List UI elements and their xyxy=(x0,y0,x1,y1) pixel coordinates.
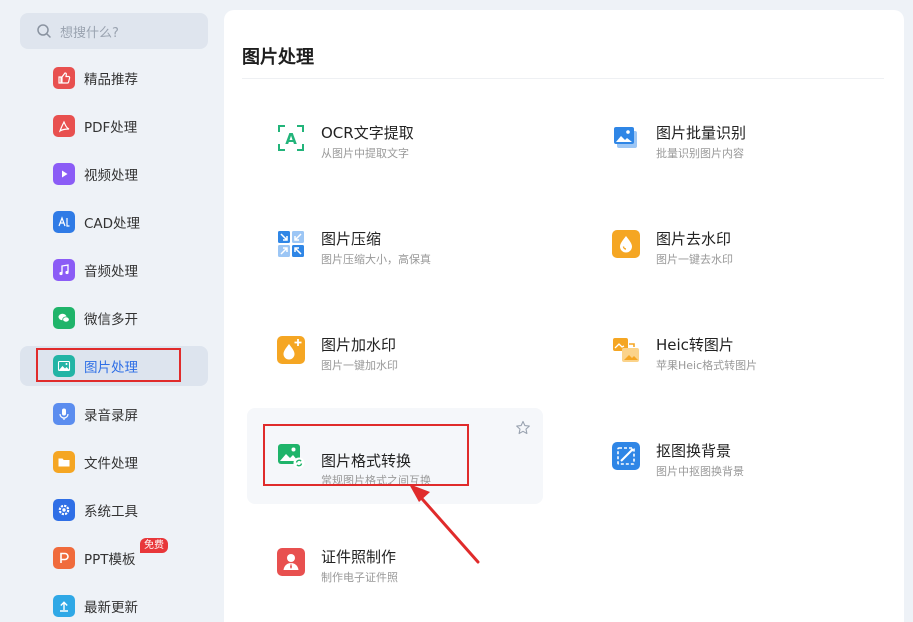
ocr-icon: A xyxy=(277,124,305,152)
music-icon xyxy=(53,259,75,281)
upload-icon xyxy=(53,595,75,617)
heic-convert-icon xyxy=(612,336,640,364)
tool-remove-watermark[interactable]: 图片去水印 图片一键去水印 xyxy=(582,210,878,306)
compress-icon xyxy=(277,230,305,258)
sidebar-item-label: 图片处理 xyxy=(84,360,138,376)
remove-watermark-icon xyxy=(612,230,640,258)
sidebar-item-video[interactable]: 视频处理 xyxy=(20,154,208,194)
sidebar-item-label: CAD处理 xyxy=(84,216,141,232)
sidebar-item-system-tools[interactable]: 系统工具 xyxy=(20,490,208,530)
sidebar-item-label: 音频处理 xyxy=(84,264,138,280)
sidebar-item-label: 微信多开 xyxy=(84,312,138,328)
sidebar-item-label: 录音录屏 xyxy=(84,408,138,424)
tool-name: OCR文字提取 xyxy=(321,124,414,142)
svg-text:A: A xyxy=(285,130,297,148)
tool-desc: 制作电子证件照 xyxy=(321,571,398,584)
search-input[interactable]: 想搜什么? xyxy=(20,13,208,49)
tool-format-convert[interactable]: 图片格式转换 常规图片格式之间互换 xyxy=(247,408,543,504)
tool-desc: 图片中抠图换背景 xyxy=(656,465,744,478)
wechat-icon xyxy=(53,307,75,329)
thumbs-up-icon xyxy=(53,67,75,89)
tool-name: 图片压缩 xyxy=(321,230,382,248)
tool-desc: 图片一键去水印 xyxy=(656,253,733,266)
tool-desc: 图片一键加水印 xyxy=(321,359,398,372)
tool-desc: 常规图片格式之间互换 xyxy=(321,474,431,487)
id-photo-icon xyxy=(277,548,305,576)
tool-id-photo[interactable]: 证件照制作 制作电子证件照 xyxy=(247,528,543,622)
tool-add-watermark[interactable]: 图片加水印 图片一键加水印 xyxy=(247,316,543,412)
sidebar-item-label: 精品推荐 xyxy=(84,72,138,88)
sidebar-item-featured[interactable]: 精品推荐 xyxy=(20,58,208,98)
main-panel: 图片处理 A OCR文字提取 从图片中提取文字 图片批量识别 批量识别图片内容 … xyxy=(224,10,904,622)
cad-icon xyxy=(53,211,75,233)
tool-name: 图片格式转换 xyxy=(321,452,412,470)
search-icon xyxy=(37,24,51,38)
tool-name: 图片批量识别 xyxy=(656,124,747,142)
tool-desc: 从图片中提取文字 xyxy=(321,147,409,160)
sidebar-item-recording[interactable]: 录音录屏 xyxy=(20,394,208,434)
format-convert-icon xyxy=(277,442,305,470)
sidebar: 想搜什么? 精品推荐 PDF处理 视频处理 CAD处理 音频处理 微信多开 图片… xyxy=(0,0,222,622)
page-title: 图片处理 xyxy=(242,47,314,68)
sidebar-item-wechat[interactable]: 微信多开 xyxy=(20,298,208,338)
sidebar-item-image[interactable]: 图片处理 xyxy=(20,346,208,386)
ppt-icon xyxy=(53,547,75,569)
image-icon xyxy=(53,355,75,377)
cutout-icon xyxy=(612,442,640,470)
sidebar-item-audio[interactable]: 音频处理 xyxy=(20,250,208,290)
tool-heic-convert[interactable]: Heic转图片 苹果Heic格式转图片 xyxy=(582,316,878,412)
tool-name: Heic转图片 xyxy=(656,336,734,354)
batch-image-icon xyxy=(612,124,640,152)
tool-desc: 批量识别图片内容 xyxy=(656,147,744,160)
star-icon[interactable] xyxy=(515,420,531,436)
play-icon xyxy=(53,163,75,185)
tool-cutout[interactable]: 抠图换背景 图片中抠图换背景 xyxy=(582,422,878,518)
sidebar-item-label: 视频处理 xyxy=(84,168,138,184)
sidebar-item-label: 最新更新 xyxy=(84,600,138,616)
tool-ocr[interactable]: A OCR文字提取 从图片中提取文字 xyxy=(247,104,543,200)
tool-name: 图片加水印 xyxy=(321,336,397,354)
microphone-icon xyxy=(53,403,75,425)
folder-icon xyxy=(53,451,75,473)
sidebar-item-ppt[interactable]: PPT模板 免费 xyxy=(20,538,208,578)
sidebar-item-pdf[interactable]: PDF处理 xyxy=(20,106,208,146)
gear-icon xyxy=(53,499,75,521)
tool-name: 证件照制作 xyxy=(321,548,397,566)
tool-batch-recognition[interactable]: 图片批量识别 批量识别图片内容 xyxy=(582,104,878,200)
pdf-icon xyxy=(53,115,75,137)
tool-compress[interactable]: 图片压缩 图片压缩大小，高保真 xyxy=(247,210,543,306)
free-badge: 免费 xyxy=(140,538,168,553)
sidebar-item-label: PPT模板 xyxy=(84,552,136,568)
tool-name: 抠图换背景 xyxy=(656,442,732,460)
divider xyxy=(242,78,884,79)
sidebar-item-cad[interactable]: CAD处理 xyxy=(20,202,208,242)
add-watermark-icon xyxy=(277,336,305,364)
sidebar-item-label: 文件处理 xyxy=(84,456,138,472)
sidebar-item-latest-updates[interactable]: 最新更新 xyxy=(20,586,208,622)
sidebar-item-label: PDF处理 xyxy=(84,120,138,136)
tool-desc: 苹果Heic格式转图片 xyxy=(656,359,758,372)
sidebar-item-label: 系统工具 xyxy=(84,504,138,520)
search-placeholder: 想搜什么? xyxy=(60,25,119,41)
sidebar-item-files[interactable]: 文件处理 xyxy=(20,442,208,482)
tool-name: 图片去水印 xyxy=(656,230,732,248)
tool-desc: 图片压缩大小，高保真 xyxy=(321,253,431,266)
